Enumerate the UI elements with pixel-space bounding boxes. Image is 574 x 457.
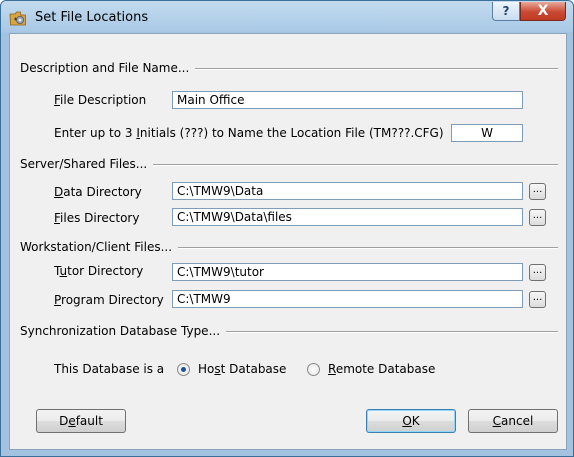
dialog-window: Set File Locations ? X Description and F… bbox=[0, 0, 574, 457]
remote-database-label[interactable]: Remote Database bbox=[328, 362, 435, 376]
program-directory-input[interactable]: C:\TMW9 bbox=[172, 290, 523, 308]
database-type-prompt: This Database is a bbox=[54, 362, 165, 376]
data-directory-label: Data Directory bbox=[54, 185, 142, 199]
file-description-input[interactable]: Main Office bbox=[172, 91, 523, 109]
program-directory-label: Program Directory bbox=[54, 293, 164, 307]
section-heading: Server/Shared Files... bbox=[20, 157, 154, 171]
ellipsis-icon: ... bbox=[532, 184, 543, 195]
ok-button[interactable]: OK bbox=[366, 409, 456, 433]
data-directory-input[interactable]: C:\TMW9\Data bbox=[172, 182, 523, 200]
close-button[interactable]: X bbox=[520, 2, 566, 21]
file-description-label: File Description bbox=[54, 93, 147, 107]
workstation-section-header: Workstation/Client Files... bbox=[20, 240, 558, 254]
section-heading: Synchronization Database Type... bbox=[20, 324, 227, 338]
tutor-directory-label: Tutor Directory bbox=[54, 264, 144, 278]
description-section-header: Description and File Name... bbox=[20, 61, 558, 75]
host-database-radio[interactable] bbox=[177, 363, 190, 376]
section-heading: Workstation/Client Files... bbox=[20, 240, 179, 254]
files-directory-label: Files Directory bbox=[54, 211, 140, 225]
help-icon: ? bbox=[502, 4, 510, 18]
close-icon: X bbox=[537, 3, 549, 19]
help-button[interactable]: ? bbox=[492, 2, 520, 21]
ellipsis-icon: ... bbox=[532, 210, 543, 221]
tutor-directory-input[interactable]: C:\TMW9\tutor bbox=[172, 263, 523, 281]
section-heading: Description and File Name... bbox=[20, 61, 196, 75]
program-directory-browse-button[interactable]: ... bbox=[529, 291, 546, 308]
window-title: Set File Locations bbox=[35, 10, 149, 25]
files-directory-browse-button[interactable]: ... bbox=[529, 209, 546, 226]
data-directory-browse-button[interactable]: ... bbox=[529, 183, 546, 200]
folder-gear-icon bbox=[9, 11, 26, 26]
server-section-header: Server/Shared Files... bbox=[20, 157, 558, 171]
ellipsis-icon: ... bbox=[532, 265, 543, 276]
initials-input[interactable]: W bbox=[451, 124, 523, 142]
tutor-directory-browse-button[interactable]: ... bbox=[529, 264, 546, 281]
dialog-body: Description and File Name... File Descri… bbox=[9, 33, 567, 450]
sync-section-header: Synchronization Database Type... bbox=[20, 324, 558, 338]
ellipsis-icon: ... bbox=[532, 292, 543, 303]
title-bar[interactable]: Set File Locations ? X bbox=[1, 1, 573, 33]
host-database-label[interactable]: Host Database bbox=[198, 362, 286, 376]
default-button[interactable]: Default bbox=[36, 409, 126, 433]
initials-label: Enter up to 3 Initials (???) to Name the… bbox=[54, 126, 444, 140]
remote-database-radio[interactable] bbox=[307, 363, 320, 376]
cancel-button[interactable]: Cancel bbox=[468, 409, 558, 433]
files-directory-input[interactable]: C:\TMW9\Data\files bbox=[172, 208, 523, 226]
